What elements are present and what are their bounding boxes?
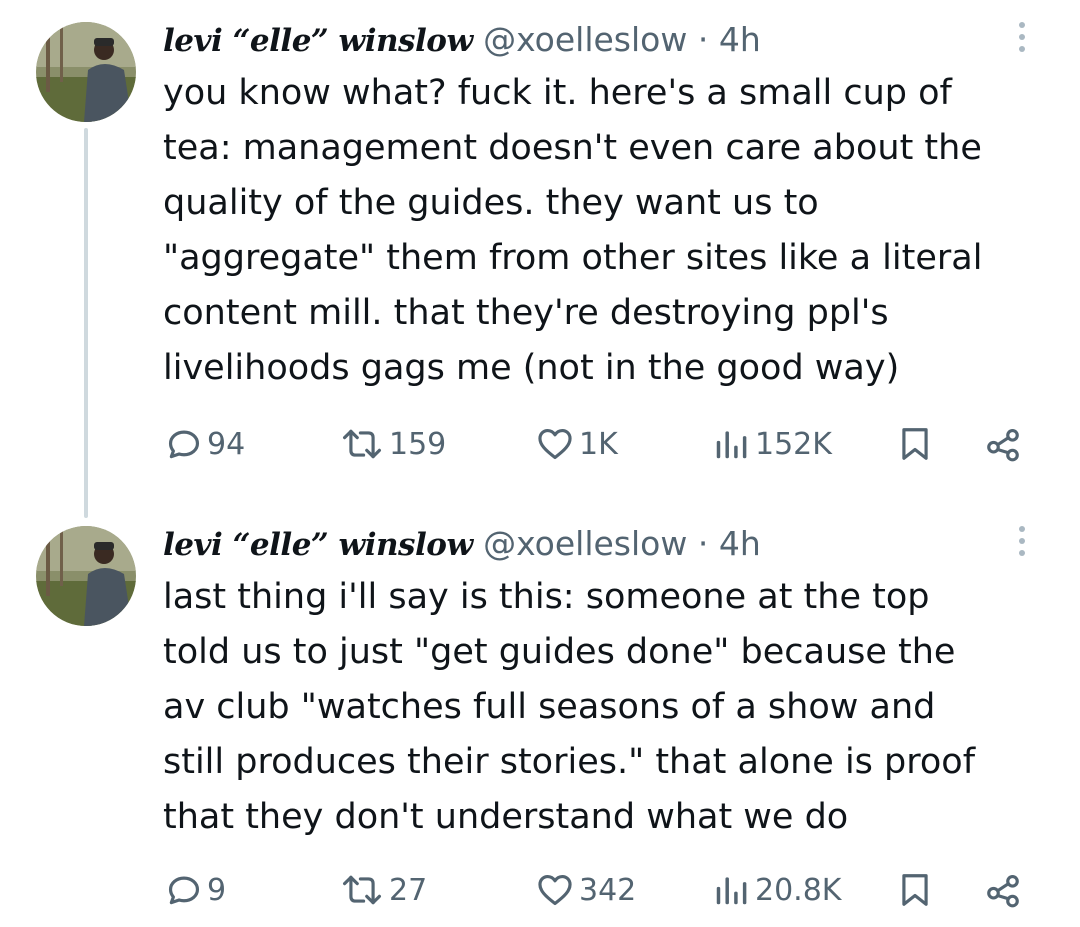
user-handle[interactable]: @xoelleslow: [483, 20, 687, 59]
views-button[interactable]: 152K: [711, 422, 832, 466]
views-button[interactable]: 20.8K: [711, 868, 841, 912]
views-count: 152K: [755, 426, 832, 462]
reply-count: 9: [207, 872, 227, 908]
like-button[interactable]: 342: [535, 868, 636, 912]
tweet-text-line: "aggregate" them from other sites like a…: [163, 238, 983, 278]
avatar[interactable]: [36, 22, 136, 122]
share-button[interactable]: [983, 868, 1023, 912]
separator-dot: ·: [697, 20, 709, 59]
tweet[interactable]: levi “elle” winslow @xoelleslow · 4h las…: [0, 500, 1080, 927]
more-vertical-icon: [1019, 526, 1025, 532]
tweet-text-line: tea: management doesn't even care about …: [163, 128, 982, 168]
tweet-text-line: last thing i'll say is this: someone at …: [163, 577, 930, 617]
tweet-text-line: still produces their stories." that alon…: [163, 742, 976, 782]
repost-button[interactable]: 27: [339, 868, 427, 912]
repost-count: 27: [389, 872, 428, 908]
tweet-header: levi “elle” winslow @xoelleslow · 4h: [163, 516, 761, 572]
avatar[interactable]: [36, 526, 136, 626]
timestamp[interactable]: 4h: [719, 524, 761, 563]
reply-button[interactable]: 9: [165, 868, 226, 912]
more-vertical-icon: [1019, 22, 1025, 28]
action-bar: 94 159 1K 152K: [163, 422, 1043, 466]
reply-icon: [168, 876, 200, 905]
timestamp[interactable]: 4h: [719, 20, 761, 59]
heart-icon: [538, 874, 572, 906]
action-bar: 9 27 342 20.8K: [163, 868, 1043, 912]
tweet-text-line: that they don't understand what we do: [163, 797, 849, 837]
share-button[interactable]: [983, 422, 1023, 466]
views-icon: [716, 431, 747, 459]
tweet-text-line: told us to just "get guides done" becaus…: [163, 632, 956, 672]
display-name[interactable]: levi “elle” winslow: [163, 527, 473, 563]
tweet-text-line: quality of the guides. they want us to: [163, 183, 819, 223]
tweet-text-line: av club "watches full seasons of a show …: [163, 687, 936, 727]
more-options-button[interactable]: [1010, 526, 1034, 566]
share-icon: [987, 874, 1019, 908]
more-options-button[interactable]: [1010, 22, 1034, 62]
reply-button[interactable]: 94: [165, 422, 245, 466]
user-handle[interactable]: @xoelleslow: [483, 524, 687, 563]
share-icon: [987, 428, 1019, 462]
repost-icon: [343, 429, 381, 459]
reply-icon: [168, 430, 200, 459]
tweet-text-line: livelihoods gags me (not in the good way…: [163, 348, 900, 388]
like-count: 342: [579, 872, 637, 908]
reply-count: 94: [207, 426, 246, 462]
tweet-text-line: content mill. that they're destroying pp…: [163, 293, 889, 333]
like-count: 1K: [579, 426, 618, 462]
tweet-header: levi “elle” winslow @xoelleslow · 4h: [163, 12, 761, 68]
heart-icon: [538, 428, 572, 460]
repost-icon: [343, 875, 381, 905]
tweet[interactable]: levi “elle” winslow @xoelleslow · 4h you…: [0, 0, 1080, 500]
tweet-text: last thing i'll say is this: someone at …: [163, 570, 1053, 845]
display-name[interactable]: levi “elle” winslow: [163, 23, 473, 59]
views-icon: [716, 877, 747, 905]
bookmark-icon: [902, 874, 928, 906]
views-count: 20.8K: [755, 872, 842, 908]
bookmark-icon: [902, 428, 928, 460]
separator-dot: ·: [697, 524, 709, 563]
tweet-text-line: you know what? fuck it. here's a small c…: [163, 73, 952, 113]
repost-count: 159: [389, 426, 447, 462]
bookmark-button[interactable]: [896, 422, 934, 466]
repost-button[interactable]: 159: [339, 422, 446, 466]
like-button[interactable]: 1K: [535, 422, 618, 466]
bookmark-button[interactable]: [896, 868, 934, 912]
tweet-text: you know what? fuck it. here's a small c…: [163, 66, 1053, 396]
